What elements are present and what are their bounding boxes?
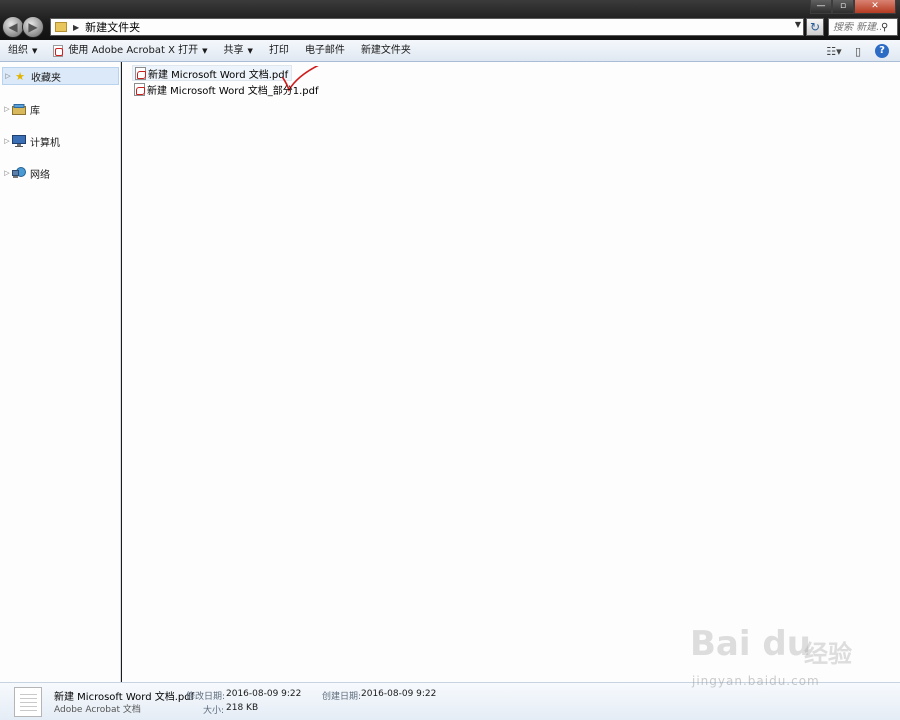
modified-date-label: 修改日期: bbox=[186, 692, 226, 702]
new-folder-label: 新建文件夹 bbox=[360, 44, 411, 56]
maximize-button[interactable]: ▫ bbox=[832, 0, 854, 14]
sidebar-item-label: 计算机 bbox=[30, 137, 60, 149]
preview-pane-button[interactable]: ▯ bbox=[846, 40, 870, 62]
chevron-down-icon: ▼ bbox=[247, 46, 253, 55]
email-button[interactable]: 电子邮件 bbox=[297, 40, 353, 62]
view-options-icon: ☷▾ bbox=[826, 44, 842, 58]
sidebar-item-network[interactable]: ▷ 网络 bbox=[2, 164, 119, 182]
address-bar[interactable]: ▶ 新建文件夹 ▼ bbox=[50, 18, 804, 36]
chevron-down-icon: ▼ bbox=[202, 46, 208, 55]
watermark-product: 经验 bbox=[804, 640, 852, 668]
acrobat-icon bbox=[53, 44, 64, 57]
search-box[interactable]: ⚲ bbox=[828, 18, 898, 36]
library-icon bbox=[12, 103, 26, 115]
file-thumbnail bbox=[14, 687, 42, 717]
print-button[interactable]: 打印 bbox=[261, 40, 297, 62]
help-button[interactable]: ? bbox=[870, 40, 894, 62]
computer-icon bbox=[12, 135, 26, 147]
close-button[interactable]: ✕ bbox=[854, 0, 896, 14]
file-name: 新建 Microsoft Word 文档_部分1.pdf bbox=[147, 85, 319, 97]
refresh-button[interactable]: ↻ bbox=[806, 18, 824, 36]
new-folder-button[interactable]: 新建文件夹 bbox=[353, 40, 419, 62]
open-with-acrobat-button[interactable]: 使用 Adobe Acrobat X 打开 ▼ bbox=[45, 40, 215, 62]
back-button[interactable]: ◀ bbox=[2, 16, 24, 38]
change-view-button[interactable]: ☷▾ bbox=[822, 40, 846, 62]
organize-label: 组织 bbox=[8, 44, 28, 56]
created-date-value: 2016-08-09 9:22 bbox=[361, 689, 437, 699]
created-date-label: 创建日期: bbox=[322, 692, 362, 702]
size-label: 大小: bbox=[203, 706, 225, 716]
details-file-name: 新建 Microsoft Word 文档.pdf bbox=[54, 692, 195, 703]
breadcrumb-chevron-icon[interactable]: ▶ bbox=[73, 23, 79, 32]
sidebar-item-computer[interactable]: ▷ 计算机 bbox=[2, 132, 119, 150]
back-arrow-icon: ◀ bbox=[8, 20, 18, 34]
sidebar-item-favorites[interactable]: ▷ ★ 收藏夹 bbox=[2, 67, 119, 85]
pdf-icon bbox=[135, 66, 146, 80]
folder-icon bbox=[55, 22, 67, 32]
refresh-icon: ↻ bbox=[809, 20, 821, 34]
open-with-label: 使用 Adobe Acrobat X 打开 bbox=[68, 44, 199, 56]
share-label: 共享 bbox=[223, 44, 244, 56]
address-dropdown-icon[interactable]: ▼ bbox=[795, 20, 801, 29]
details-file-type: Adobe Acrobat 文档 bbox=[54, 705, 141, 715]
navigation-buttons: ◀ ▶ bbox=[2, 16, 48, 38]
network-icon bbox=[12, 167, 26, 179]
minimize-button[interactable]: — bbox=[810, 0, 832, 14]
baidu-watermark: Bai du 经验 jingyan.baidu.com bbox=[690, 618, 860, 698]
search-icon[interactable]: ⚲ bbox=[881, 22, 888, 33]
modified-date-value: 2016-08-09 9:22 bbox=[226, 689, 302, 699]
expand-arrow-icon[interactable]: ▷ bbox=[3, 72, 13, 80]
organize-menu-button[interactable]: 组织 ▼ bbox=[0, 40, 45, 62]
breadcrumb-current-folder[interactable]: 新建文件夹 bbox=[85, 19, 140, 35]
share-menu-button[interactable]: 共享 ▼ bbox=[216, 40, 261, 62]
search-input[interactable] bbox=[829, 21, 881, 33]
email-label: 电子邮件 bbox=[304, 44, 345, 56]
file-list: 新建 Microsoft Word 文档.pdf 新建 Microsoft Wo… bbox=[122, 62, 900, 682]
pdf-icon bbox=[134, 82, 145, 96]
expand-arrow-icon[interactable]: ▷ bbox=[2, 137, 12, 145]
file-item[interactable]: 新建 Microsoft Word 文档.pdf bbox=[132, 65, 319, 92]
star-icon: ★ bbox=[15, 69, 25, 83]
size-value: 218 KB bbox=[226, 703, 259, 713]
expand-arrow-icon[interactable]: ▷ bbox=[2, 105, 12, 113]
help-icon: ? bbox=[875, 44, 889, 58]
sidebar-item-label: 库 bbox=[30, 105, 40, 117]
sidebar-item-label: 收藏夹 bbox=[31, 72, 61, 84]
navigation-pane: ▷ ★ 收藏夹 ▷ 库 ▷ 计算机 ▷ 网络 bbox=[0, 62, 121, 682]
forward-button[interactable]: ▶ bbox=[22, 16, 44, 38]
view-controls: ☷▾ ▯ ? bbox=[822, 40, 894, 62]
forward-arrow-icon: ▶ bbox=[28, 20, 38, 34]
file-item[interactable]: 新建 Microsoft Word 文档_部分1.pdf bbox=[132, 81, 322, 97]
title-bar: — ▫ ✕ ◀ ▶ ▶ 新建文件夹 ▼ ↻ ⚲ bbox=[0, 0, 900, 40]
print-label: 打印 bbox=[268, 44, 289, 56]
sidebar-item-libraries[interactable]: ▷ 库 bbox=[2, 100, 119, 118]
preview-pane-icon: ▯ bbox=[854, 44, 862, 58]
file-name: 新建 Microsoft Word 文档.pdf bbox=[148, 69, 289, 81]
watermark-url: jingyan.baidu.com bbox=[692, 674, 820, 688]
chevron-down-icon: ▼ bbox=[32, 46, 38, 55]
command-bar: 组织 ▼ 使用 Adobe Acrobat X 打开 ▼ 共享 ▼ 打印 电子邮… bbox=[0, 40, 900, 62]
watermark-logo: Bai du bbox=[690, 624, 811, 664]
window-controls: — ▫ ✕ bbox=[810, 0, 896, 14]
expand-arrow-icon[interactable]: ▷ bbox=[2, 169, 12, 177]
sidebar-item-label: 网络 bbox=[30, 169, 50, 181]
